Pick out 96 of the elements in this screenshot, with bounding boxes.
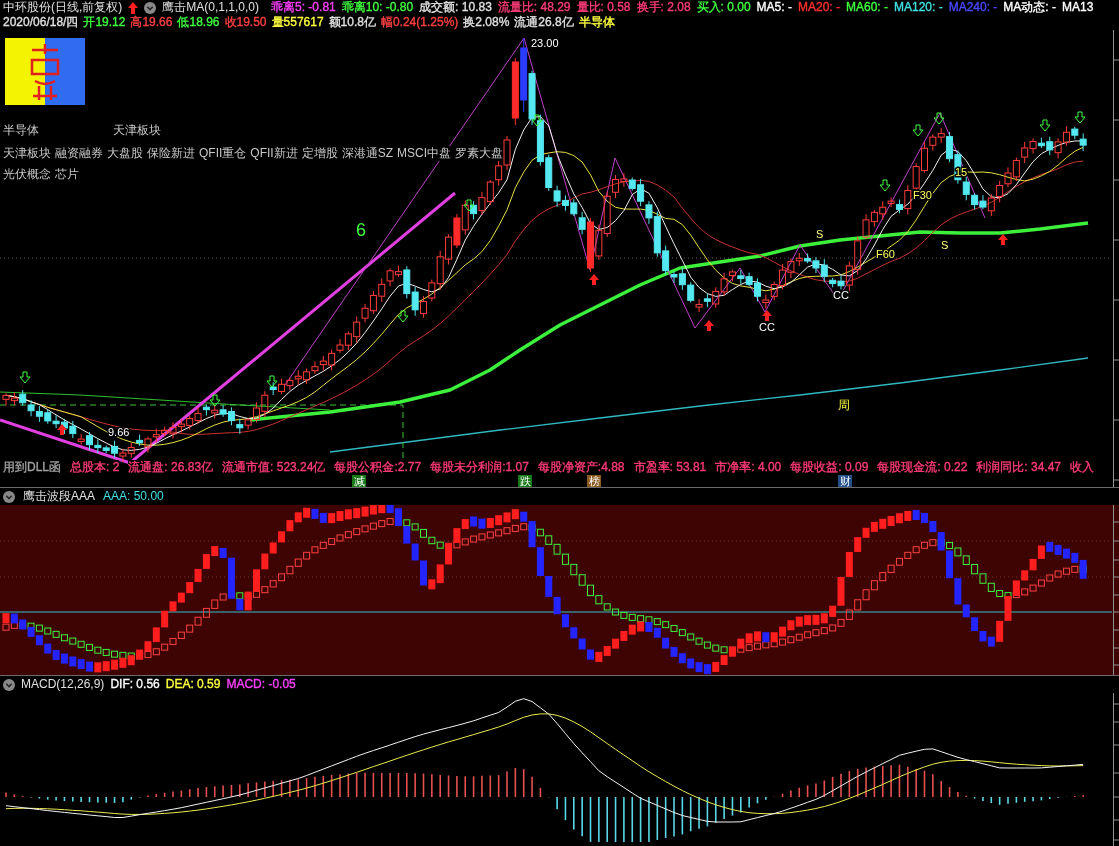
down-arrow-icon <box>397 310 409 323</box>
up-arrow-icon <box>57 424 67 435</box>
quote-field: 开19.12 <box>83 15 126 30</box>
fundamental-field: 利润同比: 34.47 <box>976 460 1062 475</box>
concept-tag: MSCI中盘 <box>397 146 452 161</box>
concept-tag: 天津板块 <box>3 146 51 161</box>
quote-field: 额10.8亿 <box>328 15 376 30</box>
indicator-readout: MA5: - <box>756 0 792 15</box>
down-arrow-icon <box>463 199 475 212</box>
indicator-readout: DEA: 0.59 <box>165 677 221 692</box>
indicator-readout: 换手: 2.08 <box>636 0 691 15</box>
wave-number: 6 <box>356 220 366 240</box>
indicator-readout: 乖离5: -0.81 <box>271 0 336 15</box>
concept-tag: 光伏概念 <box>3 167 51 182</box>
indicator-readout: MA60: - <box>845 0 888 15</box>
quote-field: 量557617 <box>271 15 324 30</box>
signal-label: 15 <box>955 166 968 178</box>
concept-tag: QFII重仓 <box>199 146 247 161</box>
indicator-readout: MA240: - <box>948 0 998 15</box>
quote-field: 流通26.8亿 <box>514 15 574 30</box>
event-marker[interactable]: 榜 <box>587 475 601 487</box>
down-arrow-icon <box>1039 119 1051 132</box>
fundamental-field: 市盈率: 53.81 <box>633 460 707 475</box>
signal-label: F30 <box>913 189 932 201</box>
quote-field: 2020/06/18/四 <box>3 15 79 30</box>
signal-label: CC <box>759 321 775 333</box>
chevron-down-icon[interactable] <box>144 1 157 14</box>
concept-tag: 融资融券 <box>55 146 103 161</box>
concept-tag: 定增股 <box>301 146 338 161</box>
chevron-down-icon[interactable] <box>3 678 15 691</box>
fundamental-field: 用到DLL函 <box>3 460 61 475</box>
indicator-readout: DIF: 0.56 <box>110 677 160 692</box>
up-arrow-icon <box>762 310 772 321</box>
signal-label: S <box>816 228 824 240</box>
fundamental-field: 每股公积金:2.77 <box>334 460 422 475</box>
price-label: 23.00 <box>531 37 559 49</box>
down-arrow-icon <box>1074 111 1086 124</box>
quote-field: 收19.50 <box>224 15 267 30</box>
sector-label: 天津板块 <box>113 123 161 138</box>
fundamental-field: 流通市值: 523.24亿 <box>222 460 326 475</box>
up-arrow-icon <box>589 274 599 285</box>
down-arrow-icon <box>266 375 278 388</box>
signal-label: F60 <box>876 248 895 260</box>
up-arrow-icon <box>704 320 714 331</box>
indicator-readout: 量比: 0.58 <box>576 0 631 15</box>
quote-field: 高19.66 <box>130 15 173 30</box>
quote-field: 换2.08% <box>463 15 510 30</box>
quote-field: 低18.96 <box>177 15 220 30</box>
indicator-formula: 鹰击MA(0,1,1,0,0) <box>162 0 260 15</box>
sector-label: 半导体 <box>3 123 39 138</box>
stock-title: 中环股份(日线,前复权) <box>3 0 123 15</box>
event-marker[interactable]: 减 <box>352 475 366 487</box>
indicator-readout: MACD: -0.05 <box>226 677 296 692</box>
panel-title: 鹰击波段AAA <box>23 489 95 504</box>
concept-tag: QFII新进 <box>250 146 298 161</box>
fundamental-field: 流通盘: 26.83亿 <box>128 460 214 475</box>
indicator-readout: 买入: 0.00 <box>696 0 751 15</box>
signal-label: S <box>941 239 949 251</box>
fundamental-field: 每股未分利润:1.07 <box>430 460 529 475</box>
concept-tag: 深港通SZ <box>341 146 394 161</box>
fundamental-field: 每股收益: 0.09 <box>790 460 869 475</box>
down-arrow-icon <box>879 179 891 192</box>
event-marker[interactable]: 跌 <box>518 475 532 487</box>
up-arrow-icon <box>128 1 139 14</box>
indicator-readout: 乖离10: -0.80 <box>341 0 414 15</box>
down-arrow-icon <box>19 371 31 384</box>
chevron-down-icon[interactable] <box>3 490 15 503</box>
fundamental-field: 市净率: 4.00 <box>715 460 782 475</box>
event-marker[interactable]: 财 <box>838 475 852 487</box>
indicator-readout: 成交额: 10.83 <box>419 0 492 15</box>
indicator-readout: MA13 <box>1062 0 1094 15</box>
period-label: 周 <box>838 398 850 412</box>
concept-tag: 罗素大盘 <box>455 146 504 161</box>
concept-tag: 保险新进 <box>147 146 195 161</box>
down-arrow-icon <box>209 394 221 407</box>
panel-title: MACD(12,26,9) <box>21 677 105 692</box>
fundamental-field: 每股净资产:4.88 <box>537 460 625 475</box>
concept-tag: 芯片 <box>55 167 79 182</box>
indicator-readout: MA120: - <box>894 0 943 15</box>
indicator-readout: MA动态: - <box>1003 0 1057 15</box>
quote-field: 半导体 <box>578 15 615 30</box>
fundamental-field: 收入 <box>1070 460 1095 475</box>
down-arrow-icon <box>531 114 543 127</box>
quote-field: 幅0.24(1.25%) <box>380 15 459 30</box>
down-arrow-icon <box>933 112 945 125</box>
concept-tag: 大盘股 <box>107 146 143 161</box>
price-label: 9.66 <box>108 426 130 438</box>
logo-icon <box>5 38 85 105</box>
signal-label: CC <box>833 289 849 301</box>
indicator-readout: MA20: - <box>797 0 840 15</box>
up-arrow-icon <box>998 234 1008 245</box>
fundamental-field: 总股本: 2 <box>70 460 120 475</box>
fundamental-field: 每股现金流: 0.22 <box>877 460 968 475</box>
indicator-readout: 流量比: 48.29 <box>497 0 571 15</box>
indicator-readout: AAA: 50.00 <box>103 489 164 504</box>
down-arrow-icon <box>912 124 924 137</box>
